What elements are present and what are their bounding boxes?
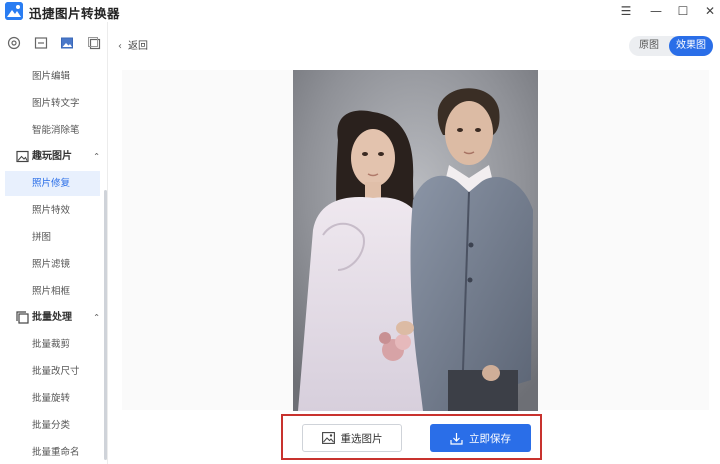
view-toggle: 原图 效果图 bbox=[629, 36, 713, 56]
sidebar-item-collage[interactable]: 拼图 bbox=[5, 225, 100, 250]
sidebar-item-batch-resize[interactable]: 批量改尺寸 bbox=[5, 359, 100, 384]
menu-icon[interactable]: ☰ bbox=[611, 0, 641, 22]
sidebar-top-icons bbox=[0, 36, 107, 54]
sidebar-item-batch-sort[interactable]: 批量分类 bbox=[5, 413, 100, 438]
app-logo-icon bbox=[5, 2, 23, 20]
sidebar-item-batch-rotate[interactable]: 批量旋转 bbox=[5, 386, 100, 411]
chevron-left-icon: ‹ bbox=[118, 41, 122, 52]
layers-icon[interactable] bbox=[87, 36, 101, 50]
batch-icon bbox=[16, 311, 29, 324]
reselect-image-button[interactable]: 重选图片 bbox=[302, 424, 402, 452]
save-label: 立即保存 bbox=[469, 432, 511, 445]
image-icon[interactable] bbox=[60, 36, 74, 50]
sidebar-group-label: 趣玩图片 bbox=[32, 151, 72, 162]
fun-image-icon bbox=[16, 150, 29, 163]
title-bar: 迅捷图片转换器 ☰ — ☐ ✕ bbox=[0, 0, 720, 22]
restored-photo bbox=[293, 70, 538, 411]
reselect-label: 重选图片 bbox=[340, 432, 383, 445]
app-title: 迅捷图片转换器 bbox=[29, 6, 121, 21]
back-button[interactable]: ‹ 返回 bbox=[118, 38, 148, 56]
photo-edit-icon[interactable] bbox=[34, 36, 48, 50]
chevron-up-icon: ⌃ bbox=[93, 313, 100, 322]
sidebar-divider bbox=[107, 22, 108, 464]
sidebar-item-photo-effects[interactable]: 照片特效 bbox=[5, 198, 100, 223]
sidebar-item-image-to-text[interactable]: 图片转文字 bbox=[5, 91, 100, 116]
close-button[interactable]: ✕ bbox=[695, 0, 720, 22]
sidebar-item-photo-filter[interactable]: 照片滤镜 bbox=[5, 252, 100, 277]
sidebar-group-label: 批量处理 bbox=[32, 312, 72, 323]
sidebar-item-smart-eraser[interactable]: 智能消除笔 bbox=[5, 118, 100, 143]
maximize-button[interactable]: ☐ bbox=[668, 0, 698, 22]
sidebar-item-image-edit[interactable]: 图片编辑 bbox=[5, 64, 100, 89]
toggle-original[interactable]: 原图 bbox=[629, 36, 669, 56]
sidebar-item-batch-rename[interactable]: 批量重命名 bbox=[5, 440, 100, 464]
sidebar-item-batch-crop[interactable]: 批量裁剪 bbox=[5, 332, 100, 357]
settings-icon[interactable] bbox=[7, 36, 21, 50]
sidebar: 图片编辑 图片转文字 智能消除笔 趣玩图片 ⌃ 照片修复 照片特效 拼图 照片滤… bbox=[0, 22, 107, 464]
back-label: 返回 bbox=[128, 41, 148, 52]
image-select-icon bbox=[321, 432, 335, 444]
download-icon bbox=[450, 432, 463, 445]
chevron-up-icon: ⌃ bbox=[93, 152, 100, 161]
save-now-button[interactable]: 立即保存 bbox=[430, 424, 531, 452]
minimize-button[interactable]: — bbox=[641, 0, 671, 22]
sidebar-group-fun-images[interactable]: 趣玩图片 ⌃ bbox=[16, 147, 102, 167]
sidebar-item-photo-repair[interactable]: 照片修复 bbox=[5, 171, 100, 196]
toggle-result[interactable]: 效果图 bbox=[669, 36, 713, 56]
sidebar-group-batch[interactable]: 批量处理 ⌃ bbox=[16, 308, 102, 328]
sidebar-item-photo-frame[interactable]: 照片相框 bbox=[5, 279, 100, 304]
